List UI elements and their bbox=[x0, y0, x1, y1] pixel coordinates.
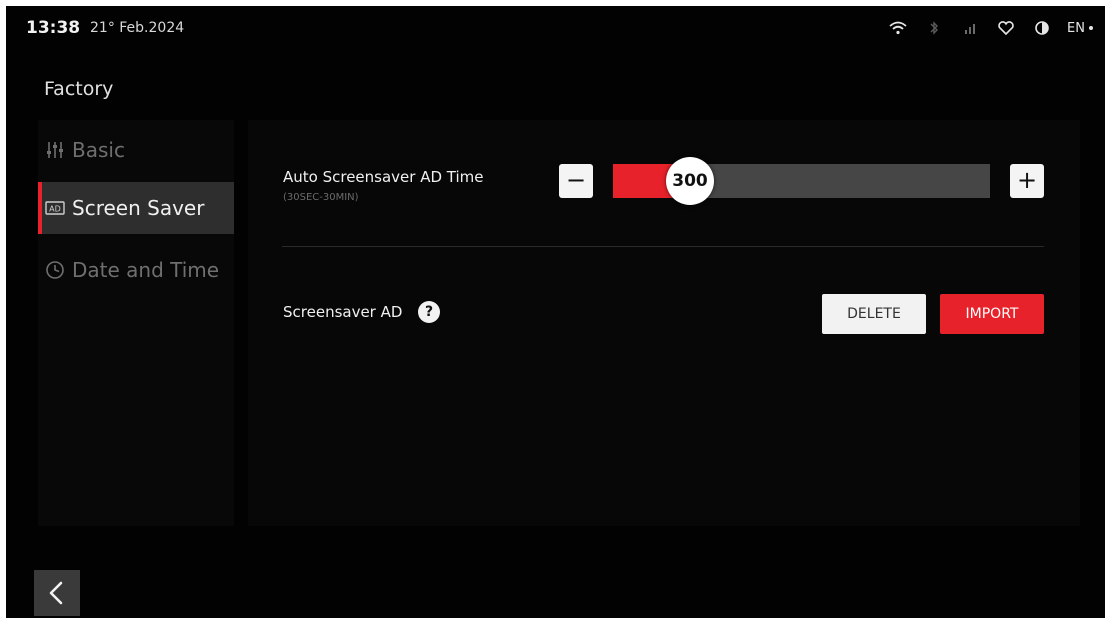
language-selector[interactable]: EN bbox=[1067, 21, 1093, 36]
back-button[interactable] bbox=[34, 570, 80, 616]
bluetooth-icon bbox=[923, 17, 945, 39]
sliders-icon bbox=[44, 139, 66, 161]
chevron-left-icon bbox=[49, 581, 63, 605]
wifi-icon bbox=[887, 17, 909, 39]
status-time: 13:38 bbox=[26, 18, 81, 38]
contrast-icon[interactable] bbox=[1031, 17, 1053, 39]
auto-screensaver-label: Auto Screensaver AD Time bbox=[283, 168, 484, 186]
sidebar-item-label: Screen Saver bbox=[72, 196, 205, 220]
chevron-down-icon bbox=[1089, 26, 1093, 30]
clock-icon bbox=[44, 259, 66, 281]
language-label: EN bbox=[1067, 20, 1085, 36]
increase-button[interactable]: + bbox=[1010, 164, 1044, 198]
sidebar-item-screen-saver[interactable]: AD Screen Saver bbox=[38, 182, 234, 234]
settings-panel: Auto Screensaver AD Time (30SEC-30MIN) −… bbox=[248, 120, 1080, 526]
decrease-button[interactable]: − bbox=[559, 164, 593, 198]
status-bar: 13:38 21° Feb.2024 EN bbox=[6, 6, 1105, 50]
auto-screensaver-range-hint: (30SEC-30MIN) bbox=[283, 192, 359, 203]
page-title: Factory bbox=[44, 78, 114, 100]
help-icon[interactable]: ? bbox=[418, 301, 440, 323]
slider-thumb[interactable]: 300 bbox=[666, 157, 714, 205]
sidebar-item-label: Basic bbox=[72, 138, 125, 162]
ad-icon: AD bbox=[44, 197, 66, 219]
divider bbox=[282, 246, 1044, 247]
signal-icon bbox=[959, 17, 981, 39]
sidebar-item-basic[interactable]: Basic bbox=[38, 124, 234, 176]
delete-button[interactable]: DELETE bbox=[822, 294, 926, 334]
screensaver-ad-label: Screensaver AD bbox=[283, 303, 403, 321]
import-button[interactable]: IMPORT bbox=[940, 294, 1044, 334]
screensaver-time-slider[interactable]: 300 bbox=[613, 157, 990, 205]
status-date: 21° Feb.2024 bbox=[90, 20, 185, 36]
sidebar-item-label: Date and Time bbox=[72, 258, 220, 282]
sidebar: Basic AD Screen Saver Date and Time bbox=[38, 120, 234, 526]
svg-text:AD: AD bbox=[49, 205, 61, 214]
screen: 13:38 21° Feb.2024 EN Factory Basic AD S… bbox=[6, 6, 1105, 618]
heart-icon bbox=[995, 17, 1017, 39]
sidebar-item-date-and-time[interactable]: Date and Time bbox=[38, 244, 234, 296]
status-icons: EN bbox=[873, 16, 1093, 40]
